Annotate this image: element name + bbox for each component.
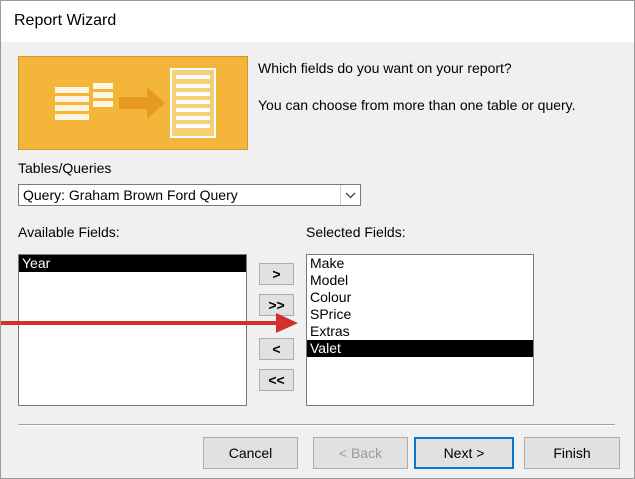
finish-button[interactable]: Finish	[524, 437, 620, 469]
selected-fields-list[interactable]: Make Model Colour SPrice Extras Valet	[306, 254, 534, 406]
report-wizard-icon	[55, 68, 216, 138]
back-button[interactable]: < Back	[313, 437, 408, 469]
available-fields-label: Available Fields:	[18, 224, 120, 240]
add-field-button[interactable]: >	[259, 263, 294, 285]
list-item[interactable]: SPrice	[307, 306, 533, 323]
title-bar: Report Wizard	[0, 0, 635, 42]
window-title: Report Wizard	[14, 12, 117, 29]
available-fields-list[interactable]: Year	[18, 254, 247, 406]
chevron-down-icon	[345, 192, 356, 199]
next-button[interactable]: Next >	[414, 437, 514, 469]
list-item[interactable]: Model	[307, 272, 533, 289]
dropdown-button[interactable]	[340, 185, 360, 205]
tables-queries-value: Query: Graham Brown Ford Query	[23, 187, 238, 203]
cancel-button[interactable]: Cancel	[203, 437, 298, 469]
tables-queries-label: Tables/Queries	[18, 160, 112, 176]
wizard-banner-image	[18, 56, 248, 150]
list-item[interactable]: Year	[19, 255, 246, 272]
list-item[interactable]: Valet	[307, 340, 533, 357]
list-item[interactable]: Colour	[307, 289, 533, 306]
list-item[interactable]: Extras	[307, 323, 533, 340]
tables-queries-combo[interactable]: Query: Graham Brown Ford Query	[18, 184, 361, 206]
annotation-arrow-icon	[276, 313, 298, 333]
intro-hint: You can choose from more than one table …	[258, 97, 576, 113]
remove-field-button[interactable]: <	[259, 338, 294, 360]
list-item[interactable]: Make	[307, 255, 533, 272]
selected-fields-label: Selected Fields:	[306, 224, 406, 240]
remove-all-fields-button[interactable]: <<	[259, 369, 294, 391]
divider	[18, 424, 615, 426]
intro-question: Which fields do you want on your report?	[258, 60, 512, 76]
annotation-arrow-line	[0, 321, 280, 325]
